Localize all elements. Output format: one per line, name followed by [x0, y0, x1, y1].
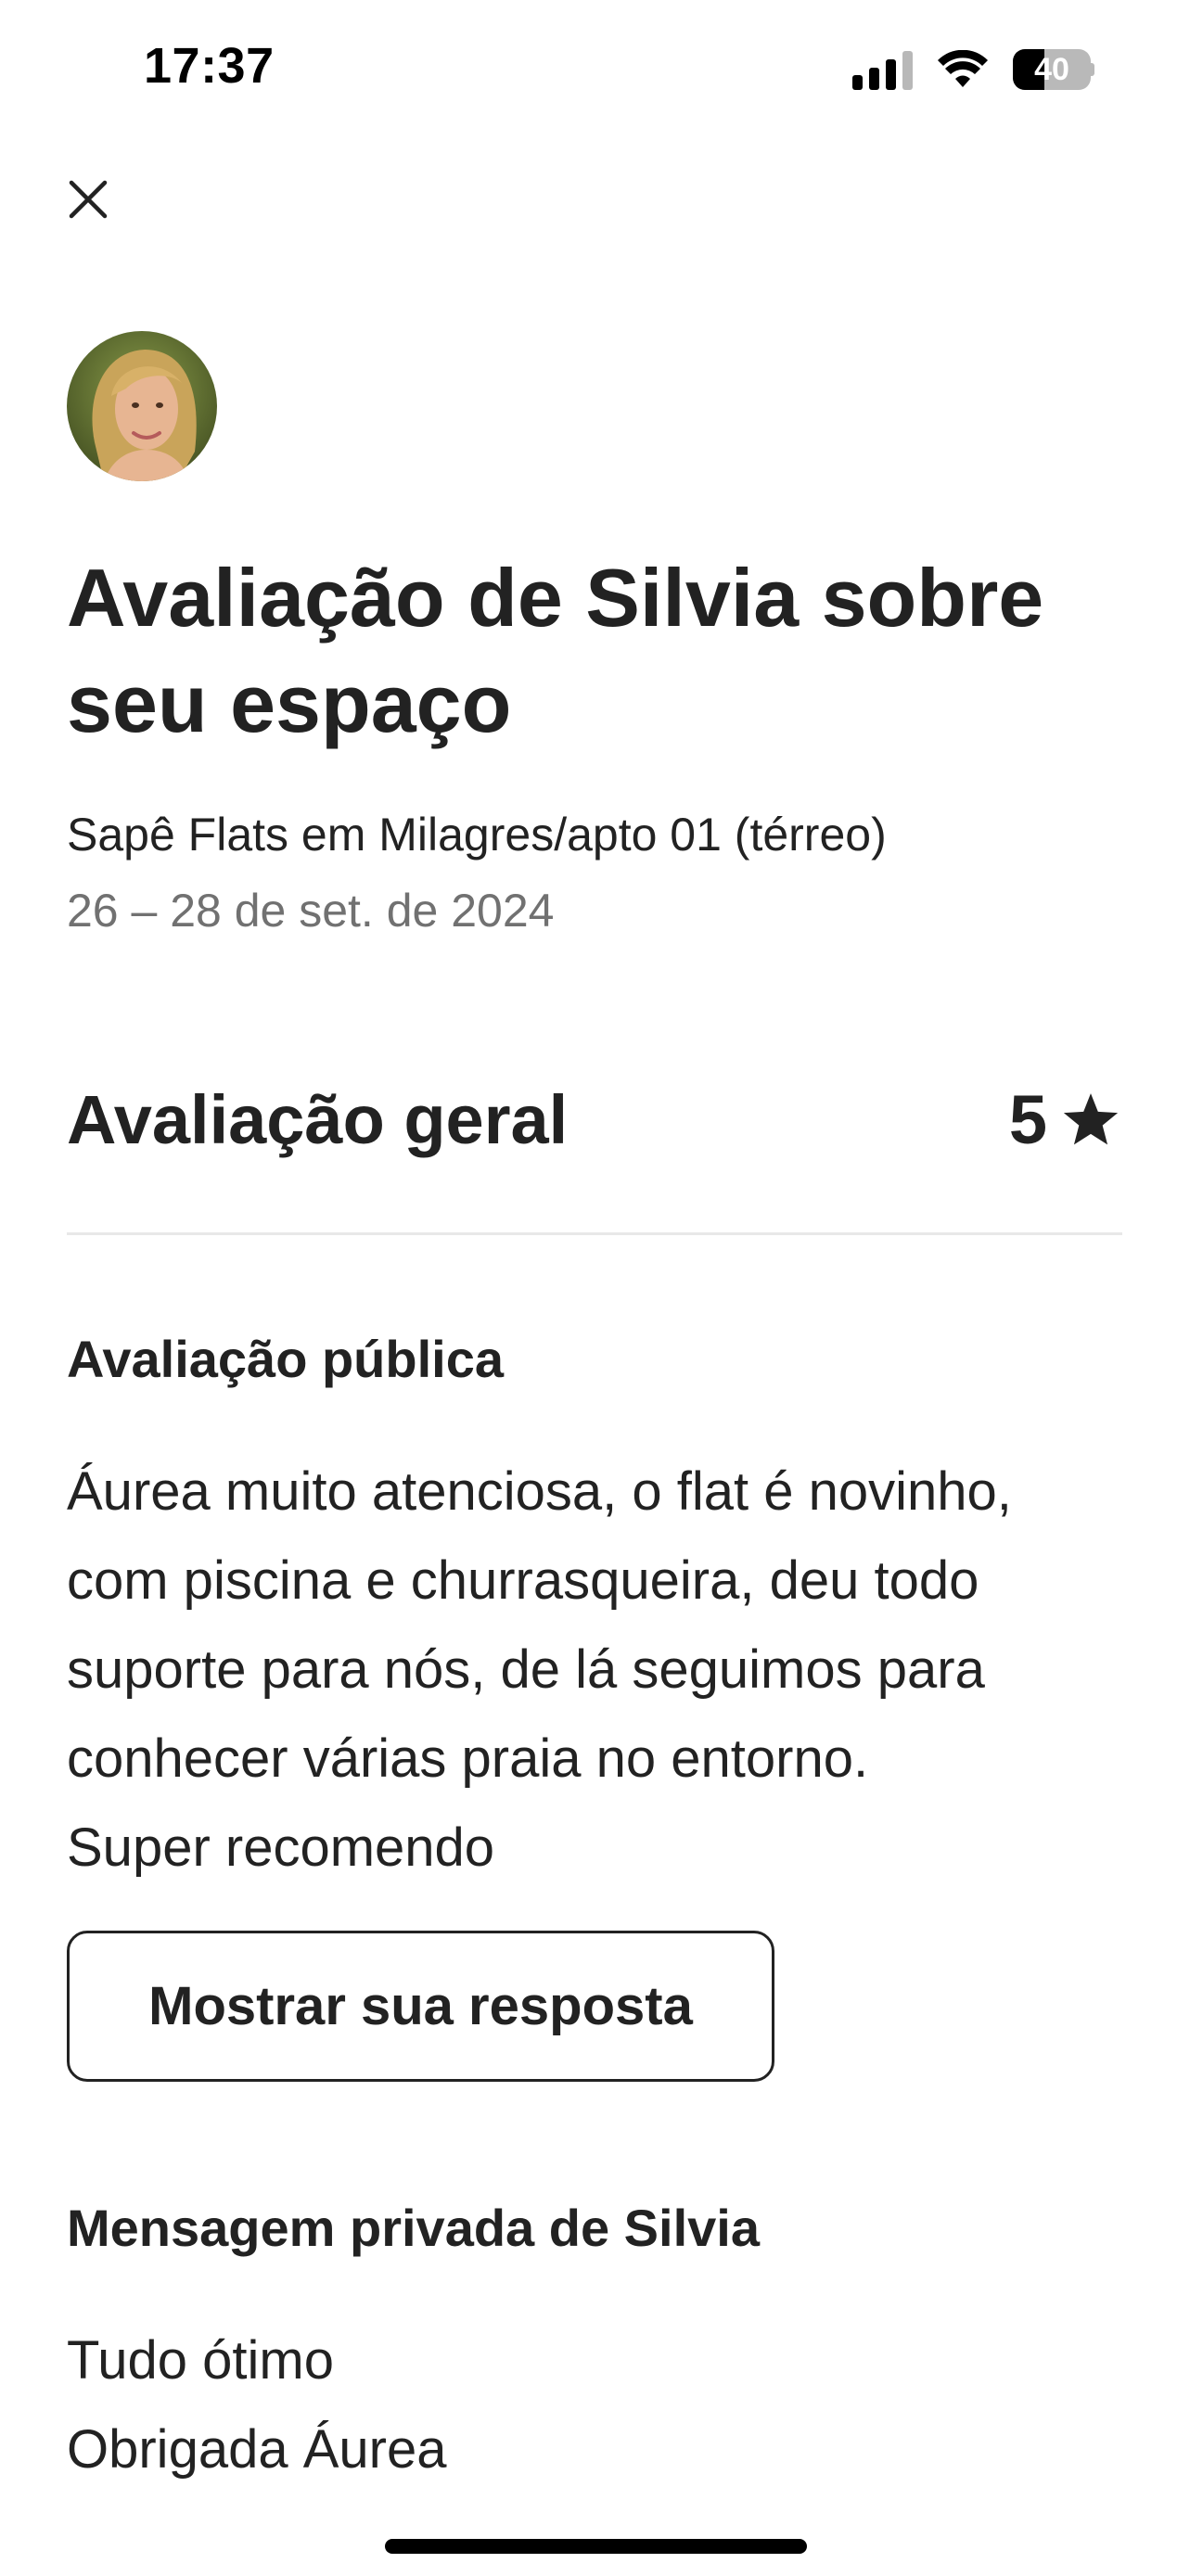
- private-message-heading: Mensagem privada de Silvia: [67, 2199, 760, 2257]
- close-button[interactable]: [56, 167, 121, 232]
- battery-level: 40: [1034, 52, 1069, 87]
- reviewer-avatar[interactable]: [67, 331, 217, 481]
- status-icons: 40: [852, 46, 1094, 93]
- status-time: 17:37: [144, 38, 275, 94]
- public-review-text: Áurea muito atenciosa, o flat é novinho,…: [67, 1461, 1012, 1878]
- public-review-heading: Avaliação pública: [67, 1330, 504, 1388]
- stay-dates: 26 – 28 de set. de 2024: [67, 885, 555, 937]
- close-icon: [69, 180, 108, 219]
- overall-rating-value: 5: [1008, 1081, 1047, 1158]
- divider: [67, 1232, 1122, 1235]
- private-message-text: Tudo ótimo Obrigada Áurea: [67, 2330, 447, 2480]
- review-detail-screen: 17:37 40 Avaliação de Silvia sobre seu e…: [0, 0, 1190, 2576]
- show-reply-button[interactable]: Mostrar sua resposta: [67, 1931, 774, 2082]
- listing-name: Sapê Flats em Milagres/apto 01 (térreo): [67, 809, 887, 861]
- page-title: Avaliação de Silvia sobre seu espaço: [67, 552, 1044, 749]
- overall-rating-label: Avaliação geral: [67, 1081, 569, 1158]
- wifi-icon: [938, 50, 988, 87]
- home-indicator[interactable]: [385, 2539, 807, 2554]
- cellular-signal-icon: [852, 49, 913, 90]
- battery-icon: 40: [1013, 49, 1094, 90]
- overall-rating: 5: [1009, 1080, 1121, 1159]
- star-icon: [1063, 1092, 1119, 1144]
- status-bar: 17:37 40: [0, 0, 1190, 139]
